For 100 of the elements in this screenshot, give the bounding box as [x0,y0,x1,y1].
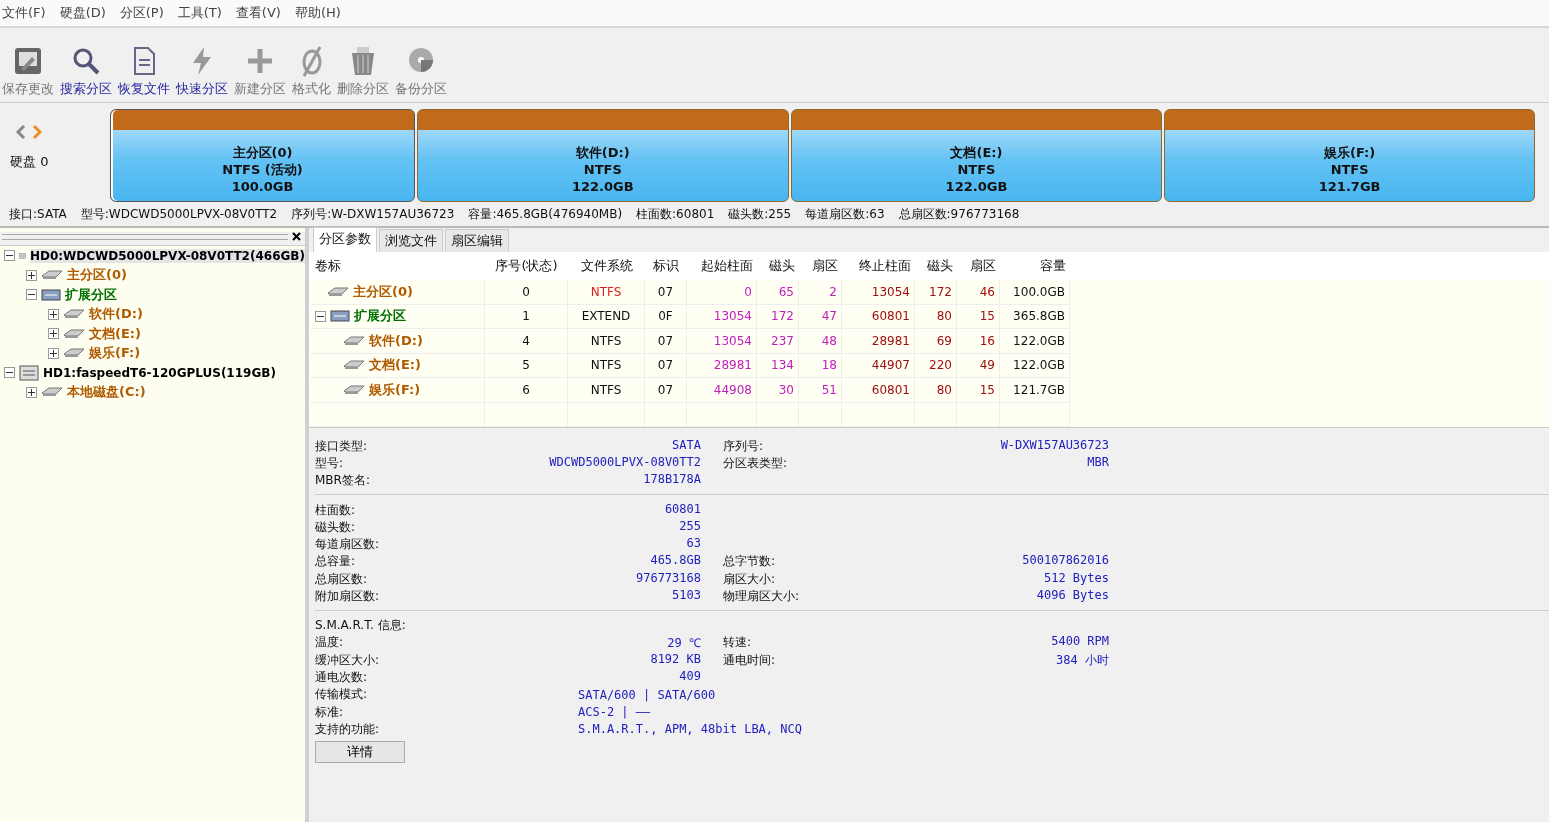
tab[interactable]: 浏览文件 [379,229,443,252]
volume-label[interactable]: 主分区(0) [353,282,413,301]
drive-icon [41,269,63,282]
menu-item[interactable]: 文件(F) [0,4,54,22]
expander-toggle[interactable] [26,386,37,398]
volume-label[interactable]: 软件(D:) [369,331,423,350]
field-value: 255 [679,518,701,535]
field-label: 传输模式: [315,686,369,704]
section-title: S.M.A.R.T. 信息: [315,617,407,635]
expander-toggle[interactable] [26,289,37,301]
field-label: 缓冲区大小: [315,651,380,669]
disk-info-text: 柱面数:60801 [636,205,715,223]
table-cell: 30 [757,378,799,403]
field-label: 温度: [315,634,344,652]
table-cell: NTFS [568,280,645,305]
disk-info-text: 序列号:W-DXW157AU36723 [291,205,455,223]
field-label: 总字节数: [723,553,776,571]
partition-block[interactable]: 软件(D:) NTFS 122.0GB [417,109,789,202]
disk-info-text: 磁头数:255 [728,205,792,223]
tree-item[interactable]: 扩展分区 [65,285,117,304]
volume-label[interactable]: 娱乐(F:) [369,380,421,399]
table-cell: 13054 [842,280,915,305]
field-label: 总扇区数: [315,570,368,588]
menu-item[interactable]: 工具(T) [175,4,230,22]
field-label: 转速: [723,634,752,652]
column-header[interactable]: 扇区 [799,257,842,275]
field-label: 标准: [315,703,345,721]
column-header[interactable]: 磁头 [757,257,799,275]
drive-icon [41,386,63,399]
column-header[interactable]: 文件系统 [568,257,645,275]
field-label: 每道扇区数: [315,536,380,554]
table-cell: 237 [757,329,799,354]
field-label: 接口类型: [315,437,368,455]
partition-block[interactable]: 文档(E:) NTFS 122.0GB [790,109,1163,202]
table-cell: 121.7GB [1000,378,1070,403]
drive-icon [343,334,365,347]
table-cell: 6 [485,378,568,403]
expander-toggle[interactable] [48,308,59,320]
column-header[interactable]: 磁头 [915,257,957,275]
table-cell: 07 [645,329,687,354]
toolbar-button[interactable]: 快速分区 [176,45,228,98]
table-cell: 2 [799,280,842,305]
tree-item[interactable]: HD0:WDCWD5000LPVX-08V0TT2(466GB) [29,248,305,263]
menu-item[interactable]: 查看(V) [233,4,289,22]
tree-item[interactable]: 主分区(0) [67,266,127,285]
tab[interactable]: 分区参数 [313,227,377,252]
expander-toggle[interactable] [4,367,15,379]
expander-toggle[interactable] [48,328,59,340]
table-cell: 16 [957,329,1000,354]
tree-item[interactable]: HD1:faspeedT6-120GPLUS(119GB) [43,365,276,380]
column-header[interactable]: 序号(状态) [485,257,568,275]
field-value: MBR [1087,454,1109,471]
field-label: 柱面数: [315,501,356,519]
close-icon[interactable] [292,232,301,241]
expander-toggle[interactable] [26,269,37,281]
field-value: 409 [679,668,701,685]
tree-item[interactable]: 娱乐(F:) [89,344,141,363]
drive-icon [343,359,365,372]
field-value: ACS-2 | —— [578,705,651,719]
details-button[interactable]: 详情 [315,740,405,763]
toolbar-button[interactable]: 恢复文件 [118,45,170,98]
field-value: 500107862016 [1022,553,1109,570]
disk-label: 硬盘 0 [10,153,50,171]
table-cell: 4 [485,329,568,354]
field-value: 178B178A [643,472,701,489]
column-header[interactable]: 扇区 [957,257,1000,275]
tree-item[interactable]: 本地磁盘(C:) [67,383,146,402]
field-label: 扇区大小: [723,570,776,588]
field-value: 512 Bytes [1043,570,1109,587]
expander-toggle[interactable] [315,310,326,322]
column-header[interactable]: 终止柱面 [842,257,915,275]
tree-item[interactable]: 软件(D:) [89,305,143,324]
field-value: W-DXW157AU36723 [1000,437,1109,454]
tab[interactable]: 扇区编辑 [445,229,509,252]
partition-block[interactable]: 主分区(0) NTFS (活动) 100.0GB [110,109,415,202]
menu-item[interactable]: 硬盘(D) [57,4,114,22]
table-cell: 69 [915,329,957,354]
field-value: SATA [672,437,701,454]
disk-info-text: 容量:465.8GB(476940MB) [468,205,623,223]
field-label: 通电次数: [315,668,368,686]
column-header[interactable]: 卷标 [311,257,485,275]
field-value: 384 小时 [1056,651,1109,669]
field-value: 8192 KB [650,651,701,668]
field-label: 序列号: [723,437,764,455]
volume-label[interactable]: 文档(E:) [369,356,421,375]
expander-toggle[interactable] [48,347,59,359]
volume-label[interactable]: 扩展分区 [354,307,406,326]
expander-toggle[interactable] [4,250,15,262]
partition-block[interactable]: 娱乐(F:) NTFS 121.7GB [1164,109,1535,202]
column-header[interactable]: 起始柱面 [687,257,757,275]
toolbar-button[interactable]: 搜索分区 [60,45,112,98]
menu-item[interactable]: 分区(P) [117,4,172,22]
column-header[interactable]: 容量 [1000,257,1070,275]
menu-item[interactable]: 帮助(H) [292,4,349,22]
field-value: 465.8GB [650,553,701,570]
column-header[interactable]: 标识 [645,257,687,275]
field-label: 磁头数: [315,518,356,536]
field-label: MBR签名: [315,472,370,490]
tree-item[interactable]: 文档(E:) [89,324,141,343]
table-cell: 13054 [687,329,757,354]
